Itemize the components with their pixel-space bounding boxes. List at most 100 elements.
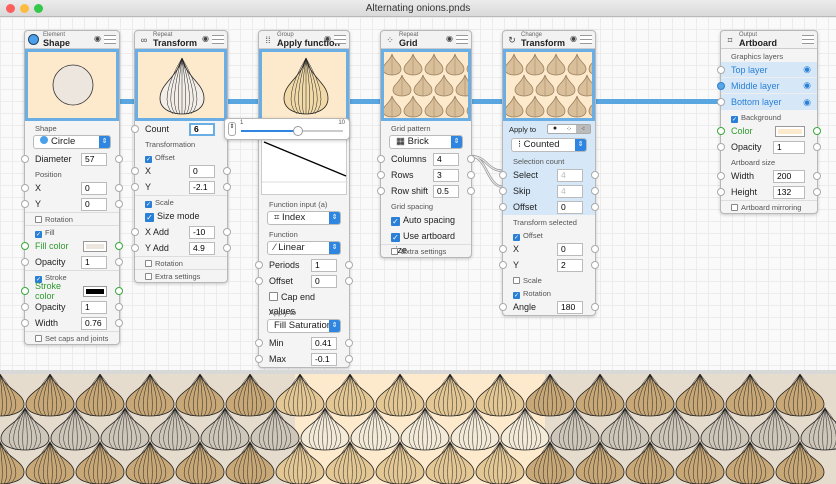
scale-checkbox[interactable]: ✓ Scale xyxy=(135,195,227,208)
scale-checkbox[interactable]: Scale xyxy=(503,273,595,286)
stroke-opacity-input[interactable] xyxy=(81,300,107,314)
slider-knob[interactable] xyxy=(293,126,304,136)
label: Columns xyxy=(391,154,427,164)
fill-checkbox[interactable]: ✓ Fill xyxy=(25,225,119,238)
rotation-checkbox[interactable]: Rotation xyxy=(135,256,227,269)
label: Offset xyxy=(269,276,293,286)
grid-pattern-select[interactable]: ▦ Brick ⇕ xyxy=(389,135,463,149)
label: Row shift xyxy=(391,186,429,196)
layer-bottom[interactable]: Bottom layer ◉ xyxy=(717,94,817,110)
label: Grid xyxy=(399,38,418,48)
x-input[interactable] xyxy=(557,242,583,256)
grid-node[interactable]: ⁘ Repeat Grid ◉ Grid pattern ▦ Brick ⇕ Colum… xyxy=(377,30,475,258)
eye-icon[interactable]: ◉ xyxy=(94,34,101,43)
label: Fill Saturation xyxy=(274,320,333,331)
label: Extra settings xyxy=(155,272,201,281)
eye-icon[interactable]: ◉ xyxy=(446,34,453,43)
node-preview xyxy=(25,49,119,121)
function-select[interactable]: ⁄ Linear ⇕ xyxy=(267,241,341,255)
apply-function-node[interactable]: ⁞⁞ Group Apply function ◉ Function input (a… xyxy=(255,30,353,368)
menu-icon[interactable] xyxy=(456,35,468,44)
count-input[interactable] xyxy=(189,122,215,136)
shape-select[interactable]: Circle ⇕ xyxy=(33,135,111,149)
width-input[interactable] xyxy=(773,169,805,183)
background-checkbox[interactable]: ✓ Background xyxy=(721,110,817,123)
onion-shape xyxy=(384,53,402,76)
extra-settings-checkbox[interactable]: Extra settings xyxy=(381,244,471,257)
layer-top[interactable]: Top layer ◉ xyxy=(717,62,817,78)
fill-color-well[interactable] xyxy=(83,240,107,252)
layer-middle[interactable]: Middle layer ◉ xyxy=(717,78,817,94)
onion-shape xyxy=(567,95,587,118)
periods-input[interactable] xyxy=(311,258,337,272)
label: Background xyxy=(741,113,782,122)
rotation-checkbox[interactable]: Rotation xyxy=(25,212,119,225)
label: Min xyxy=(269,338,284,348)
min-input[interactable] xyxy=(311,336,337,350)
function-graph xyxy=(261,139,348,195)
node-canvas[interactable]: ElementShape◉ Shape Circle⇕ Diameter Pos… xyxy=(0,17,836,370)
y-input[interactable] xyxy=(189,180,215,194)
extra-settings-checkbox[interactable]: Extra settings xyxy=(135,269,227,282)
skip-input[interactable] xyxy=(557,184,583,198)
opacity-input[interactable] xyxy=(81,255,107,269)
menu-icon[interactable] xyxy=(802,35,814,44)
eye-icon[interactable]: ◉ xyxy=(324,34,331,43)
select-input[interactable] xyxy=(557,168,583,182)
apply-to-select[interactable]: Fill Saturation ⇕ xyxy=(267,319,341,333)
grid-icon: ⁘ xyxy=(386,35,394,45)
x-input[interactable] xyxy=(81,181,107,195)
change-transform-node[interactable]: ↻ Change Transform ◉ Apply to ● ⁘ ⁖ ⁝ Counted ⇕… xyxy=(499,30,599,316)
stepper[interactable]: ⇕ xyxy=(228,122,236,136)
count-slider-popover[interactable]: ⇕ 1 10 xyxy=(224,118,350,140)
columns-input[interactable] xyxy=(433,152,459,166)
max-input[interactable] xyxy=(311,352,337,366)
rows-input[interactable] xyxy=(433,168,459,182)
auto-spacing-checkbox[interactable]: ✓ Auto spacing xyxy=(381,212,471,228)
repeat-transform-node[interactable]: ∞RepeatTransform◉ Count Transformation ✓… xyxy=(131,30,231,283)
apply-grid-button[interactable]: ⁘ xyxy=(562,125,576,133)
menu-icon[interactable] xyxy=(334,35,346,44)
offset-checkbox[interactable]: ✓ Offset xyxy=(135,150,227,163)
offset-checkbox[interactable]: ✓ Offset xyxy=(503,228,595,241)
size-mode-checkbox[interactable]: ✓ Size mode xyxy=(135,208,227,224)
stroke-color-well[interactable] xyxy=(83,285,107,297)
menu-icon[interactable] xyxy=(104,35,116,44)
offset-input[interactable] xyxy=(557,200,583,214)
apply-all-button[interactable]: ● xyxy=(548,125,562,133)
y-input[interactable] xyxy=(557,258,583,272)
connection-wire xyxy=(226,99,260,104)
eye-icon[interactable]: ◉ xyxy=(570,34,577,43)
label: Apply to xyxy=(269,308,297,317)
shape-node[interactable]: ElementShape◉ Shape Circle⇕ Diameter Pos… xyxy=(21,30,123,345)
height-input[interactable] xyxy=(773,185,805,199)
y-add-input[interactable] xyxy=(189,241,215,255)
stroke-width-input[interactable] xyxy=(81,316,107,330)
function-input-select[interactable]: ⌗ Index ⇕ xyxy=(267,211,341,225)
rotation-checkbox[interactable]: ✓ Rotation xyxy=(503,286,595,299)
offset-input[interactable] xyxy=(311,274,337,288)
background-color-well[interactable] xyxy=(775,125,805,137)
use-artboard-size-checkbox[interactable]: ✓ Use artboard size xyxy=(381,228,471,255)
x-input[interactable] xyxy=(189,164,215,178)
cap-end-values-checkbox[interactable]: Cap end values xyxy=(259,289,349,316)
menu-icon[interactable] xyxy=(212,35,224,44)
slider-track[interactable] xyxy=(241,126,343,136)
artboard-mirroring-checkbox[interactable]: Artboard mirroring xyxy=(721,200,817,213)
row-shift-input[interactable] xyxy=(433,184,459,198)
apply-selected-button[interactable]: ⁖ xyxy=(576,125,590,133)
close-window-button[interactable] xyxy=(6,4,15,13)
angle-input[interactable] xyxy=(557,300,583,314)
label: Apply to xyxy=(509,124,537,134)
menu-icon[interactable] xyxy=(580,35,592,44)
caps-checkbox[interactable]: Set caps and joints xyxy=(25,331,119,344)
mode-select[interactable]: ⁝ Counted ⇕ xyxy=(511,138,587,152)
minimize-window-button[interactable] xyxy=(20,4,29,13)
zoom-window-button[interactable] xyxy=(34,4,43,13)
diameter-input[interactable] xyxy=(81,152,107,166)
artboard-node[interactable]: ⌗ Output Artboard Graphics layers Top laye… xyxy=(717,30,821,214)
y-input[interactable] xyxy=(81,197,107,211)
x-add-input[interactable] xyxy=(189,225,215,239)
eye-icon[interactable]: ◉ xyxy=(202,34,209,43)
opacity-input[interactable] xyxy=(773,140,805,154)
